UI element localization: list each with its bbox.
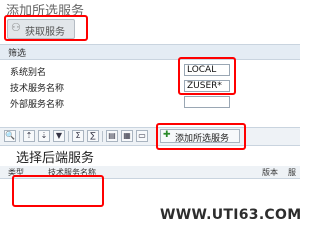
toolbar-separator — [19, 131, 20, 142]
column-service[interactable]: 服 — [288, 167, 296, 178]
sum-icon[interactable]: Σ — [72, 130, 84, 142]
column-version[interactable]: 版本 — [262, 167, 278, 178]
print-icon[interactable]: ▭ — [136, 130, 148, 142]
sort-desc-icon[interactable]: ⇣ — [38, 130, 50, 142]
details-icon[interactable]: 🔍 — [4, 130, 16, 142]
highlight-filter-fields — [178, 57, 236, 95]
filter-header: 筛选 — [0, 44, 300, 60]
highlight-table-rows — [12, 175, 104, 207]
highlight-add-button — [156, 123, 246, 150]
filter-header-label: 筛选 — [8, 49, 27, 59]
layout-icon[interactable]: ▦ — [121, 130, 133, 142]
system-alias-label: 系统别名 — [10, 68, 47, 78]
external-service-name-label: 外部服务名称 — [10, 100, 65, 110]
external-service-name-field[interactable] — [184, 96, 230, 108]
watermark: WWW.UTI63.COM — [160, 207, 302, 223]
table-toolbar: 🔍 ⇡ ⇣ ▼ Σ ∑ ▤ ▦ ▭ — [0, 127, 300, 146]
highlight-fetch-button — [4, 15, 88, 41]
toolbar-separator — [102, 131, 103, 142]
section-title: 选择后端服务 — [16, 151, 95, 166]
toolbar-separator — [68, 131, 69, 142]
sort-asc-icon[interactable]: ⇡ — [23, 130, 35, 142]
filter-icon[interactable]: ▼ — [53, 130, 65, 142]
subtotal-icon[interactable]: ∑ — [87, 130, 99, 142]
export-icon[interactable]: ▤ — [106, 130, 118, 142]
technical-service-name-label: 技术服务名称 — [10, 84, 65, 94]
